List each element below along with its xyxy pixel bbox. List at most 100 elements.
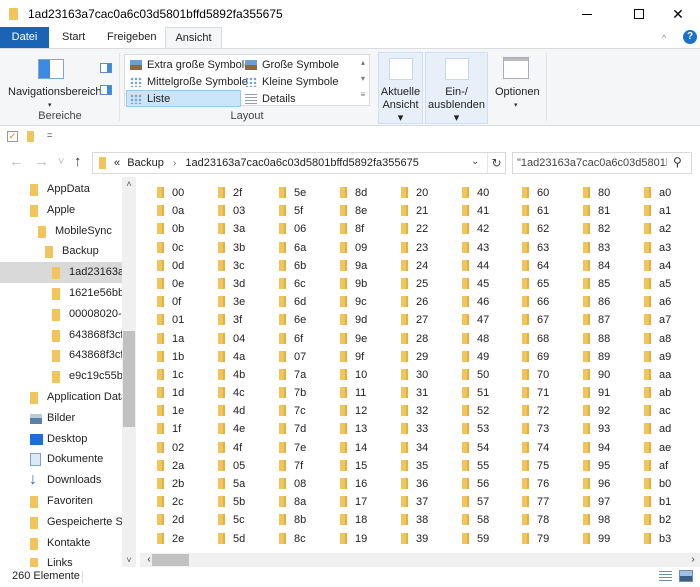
nav-tree-item[interactable]: AppData [0, 179, 122, 200]
folder-item[interactable]: 96 [581, 475, 641, 493]
folder-item[interactable]: 52 [460, 402, 520, 420]
folder-item[interactable]: a3 [642, 239, 700, 257]
folder-item[interactable]: 7f [277, 457, 337, 475]
layout-details[interactable]: Details [242, 91, 356, 107]
folder-item[interactable]: 98 [581, 511, 641, 529]
folder-item[interactable]: 78 [520, 511, 580, 529]
folder-item[interactable]: 1b [155, 348, 215, 366]
folder-item[interactable]: 06 [277, 220, 337, 238]
folder-item[interactable]: 97 [581, 493, 641, 511]
nav-tree-item[interactable]: 643868f3cfc [0, 345, 122, 366]
nav-tree-item[interactable]: 643868f3cfc [0, 325, 122, 346]
scrollbar-thumb[interactable] [152, 554, 189, 566]
folder-item[interactable]: 6f [277, 330, 337, 348]
folder-item[interactable]: 65 [520, 275, 580, 293]
folder-item[interactable]: 55 [460, 457, 520, 475]
preview-pane-button[interactable] [100, 63, 112, 73]
breadcrumb-overflow[interactable]: « [114, 157, 120, 169]
folder-item[interactable]: 30 [399, 366, 459, 384]
scroll-down-icon[interactable]: ▾ [356, 71, 370, 87]
folder-item[interactable]: 8b [277, 511, 337, 529]
folder-item[interactable]: 51 [460, 384, 520, 402]
folder-item[interactable]: a5 [642, 275, 700, 293]
folder-item[interactable]: 7e [277, 439, 337, 457]
folder-item[interactable]: 20 [399, 184, 459, 202]
folder-item[interactable]: 01 [155, 311, 215, 329]
folder-item[interactable]: 79 [520, 530, 580, 544]
folder-item[interactable]: 54 [460, 439, 520, 457]
minimize-button[interactable] [564, 0, 610, 28]
folder-item[interactable]: ac [642, 402, 700, 420]
folder-item[interactable]: b0 [642, 475, 700, 493]
folder-item[interactable]: 39 [399, 530, 459, 544]
folder-item[interactable]: 2b [155, 475, 215, 493]
folder-item[interactable]: 1c [155, 366, 215, 384]
folder-item[interactable]: 88 [581, 330, 641, 348]
folder-item[interactable]: 7b [277, 384, 337, 402]
folder-item[interactable]: 38 [399, 511, 459, 529]
folder-item[interactable]: 5b [216, 493, 276, 511]
folder-item[interactable]: 49 [460, 348, 520, 366]
folder-item[interactable]: 1a [155, 330, 215, 348]
folder-item[interactable]: 71 [520, 384, 580, 402]
nav-tree-item[interactable]: Favoriten [0, 491, 122, 512]
folder-item[interactable]: 64 [520, 257, 580, 275]
folder-item[interactable]: 34 [399, 439, 459, 457]
details-view-button[interactable] [659, 571, 672, 582]
folder-item[interactable]: 76 [520, 475, 580, 493]
folder-item[interactable]: 9a [338, 257, 398, 275]
folder-item[interactable]: 6e [277, 311, 337, 329]
folder-item[interactable]: 0d [155, 257, 215, 275]
folder-item[interactable]: 02 [155, 439, 215, 457]
folder-item[interactable]: 0e [155, 275, 215, 293]
folder-item[interactable]: 3e [216, 293, 276, 311]
scrollbar-thumb[interactable] [123, 331, 135, 427]
layout-large-icons[interactable]: Große Symbole [242, 57, 356, 73]
folder-item[interactable]: 47 [460, 311, 520, 329]
folder-item[interactable]: 2a [155, 457, 215, 475]
folder-item[interactable]: 94 [581, 439, 641, 457]
folder-item[interactable]: 8d [338, 184, 398, 202]
folder-item[interactable]: 1f [155, 420, 215, 438]
folder-item[interactable]: 16 [338, 475, 398, 493]
folder-item[interactable]: 00 [155, 184, 215, 202]
folder-item[interactable]: 29 [399, 348, 459, 366]
recent-locations-button[interactable]: ˅ [58, 156, 64, 168]
nav-tree-item[interactable]: 00008020-00 [0, 304, 122, 325]
folder-item[interactable]: 07 [277, 348, 337, 366]
properties-icon[interactable]: ✓ [7, 131, 18, 142]
folder-item[interactable]: 85 [581, 275, 641, 293]
folder-item[interactable]: 6a [277, 239, 337, 257]
folder-item[interactable]: 4a [216, 348, 276, 366]
layout-list[interactable]: Liste [126, 90, 241, 107]
folder-item[interactable]: 09 [338, 239, 398, 257]
folder-item[interactable]: 2d [155, 511, 215, 529]
folder-item[interactable]: a2 [642, 220, 700, 238]
folder-item[interactable]: 25 [399, 275, 459, 293]
folder-item[interactable]: 36 [399, 475, 459, 493]
folder-item[interactable]: a1 [642, 202, 700, 220]
nav-tree-item[interactable]: Application Data [0, 387, 122, 408]
folder-item[interactable]: a9 [642, 348, 700, 366]
folder-item[interactable]: b2 [642, 511, 700, 529]
folder-item[interactable]: 67 [520, 311, 580, 329]
folder-item[interactable]: 50 [460, 366, 520, 384]
folder-item[interactable]: 7c [277, 402, 337, 420]
folder-item[interactable]: 1e [155, 402, 215, 420]
folder-item[interactable]: 8f [338, 220, 398, 238]
scroll-down-icon[interactable]: ˅ [122, 553, 136, 567]
tab-start[interactable]: Start [52, 27, 95, 48]
folder-item[interactable]: a6 [642, 293, 700, 311]
folder-item[interactable]: 58 [460, 511, 520, 529]
layout-extra-large-icons[interactable]: Extra große Symbole [127, 57, 250, 73]
folder-item[interactable]: 5a [216, 475, 276, 493]
folder-item[interactable]: 35 [399, 457, 459, 475]
folder-item[interactable]: 69 [520, 348, 580, 366]
nav-tree-item[interactable]: Gespeicherte Spi [0, 512, 122, 533]
folder-item[interactable]: 9f [338, 348, 398, 366]
folder-item[interactable]: 6b [277, 257, 337, 275]
folder-item[interactable]: 15 [338, 457, 398, 475]
search-input[interactable] [517, 155, 667, 171]
breadcrumb-current[interactable]: 1ad23163a7cac0a6c03d5801bffd5892fa355675 [185, 157, 418, 169]
folder-item[interactable]: b3 [642, 530, 700, 544]
